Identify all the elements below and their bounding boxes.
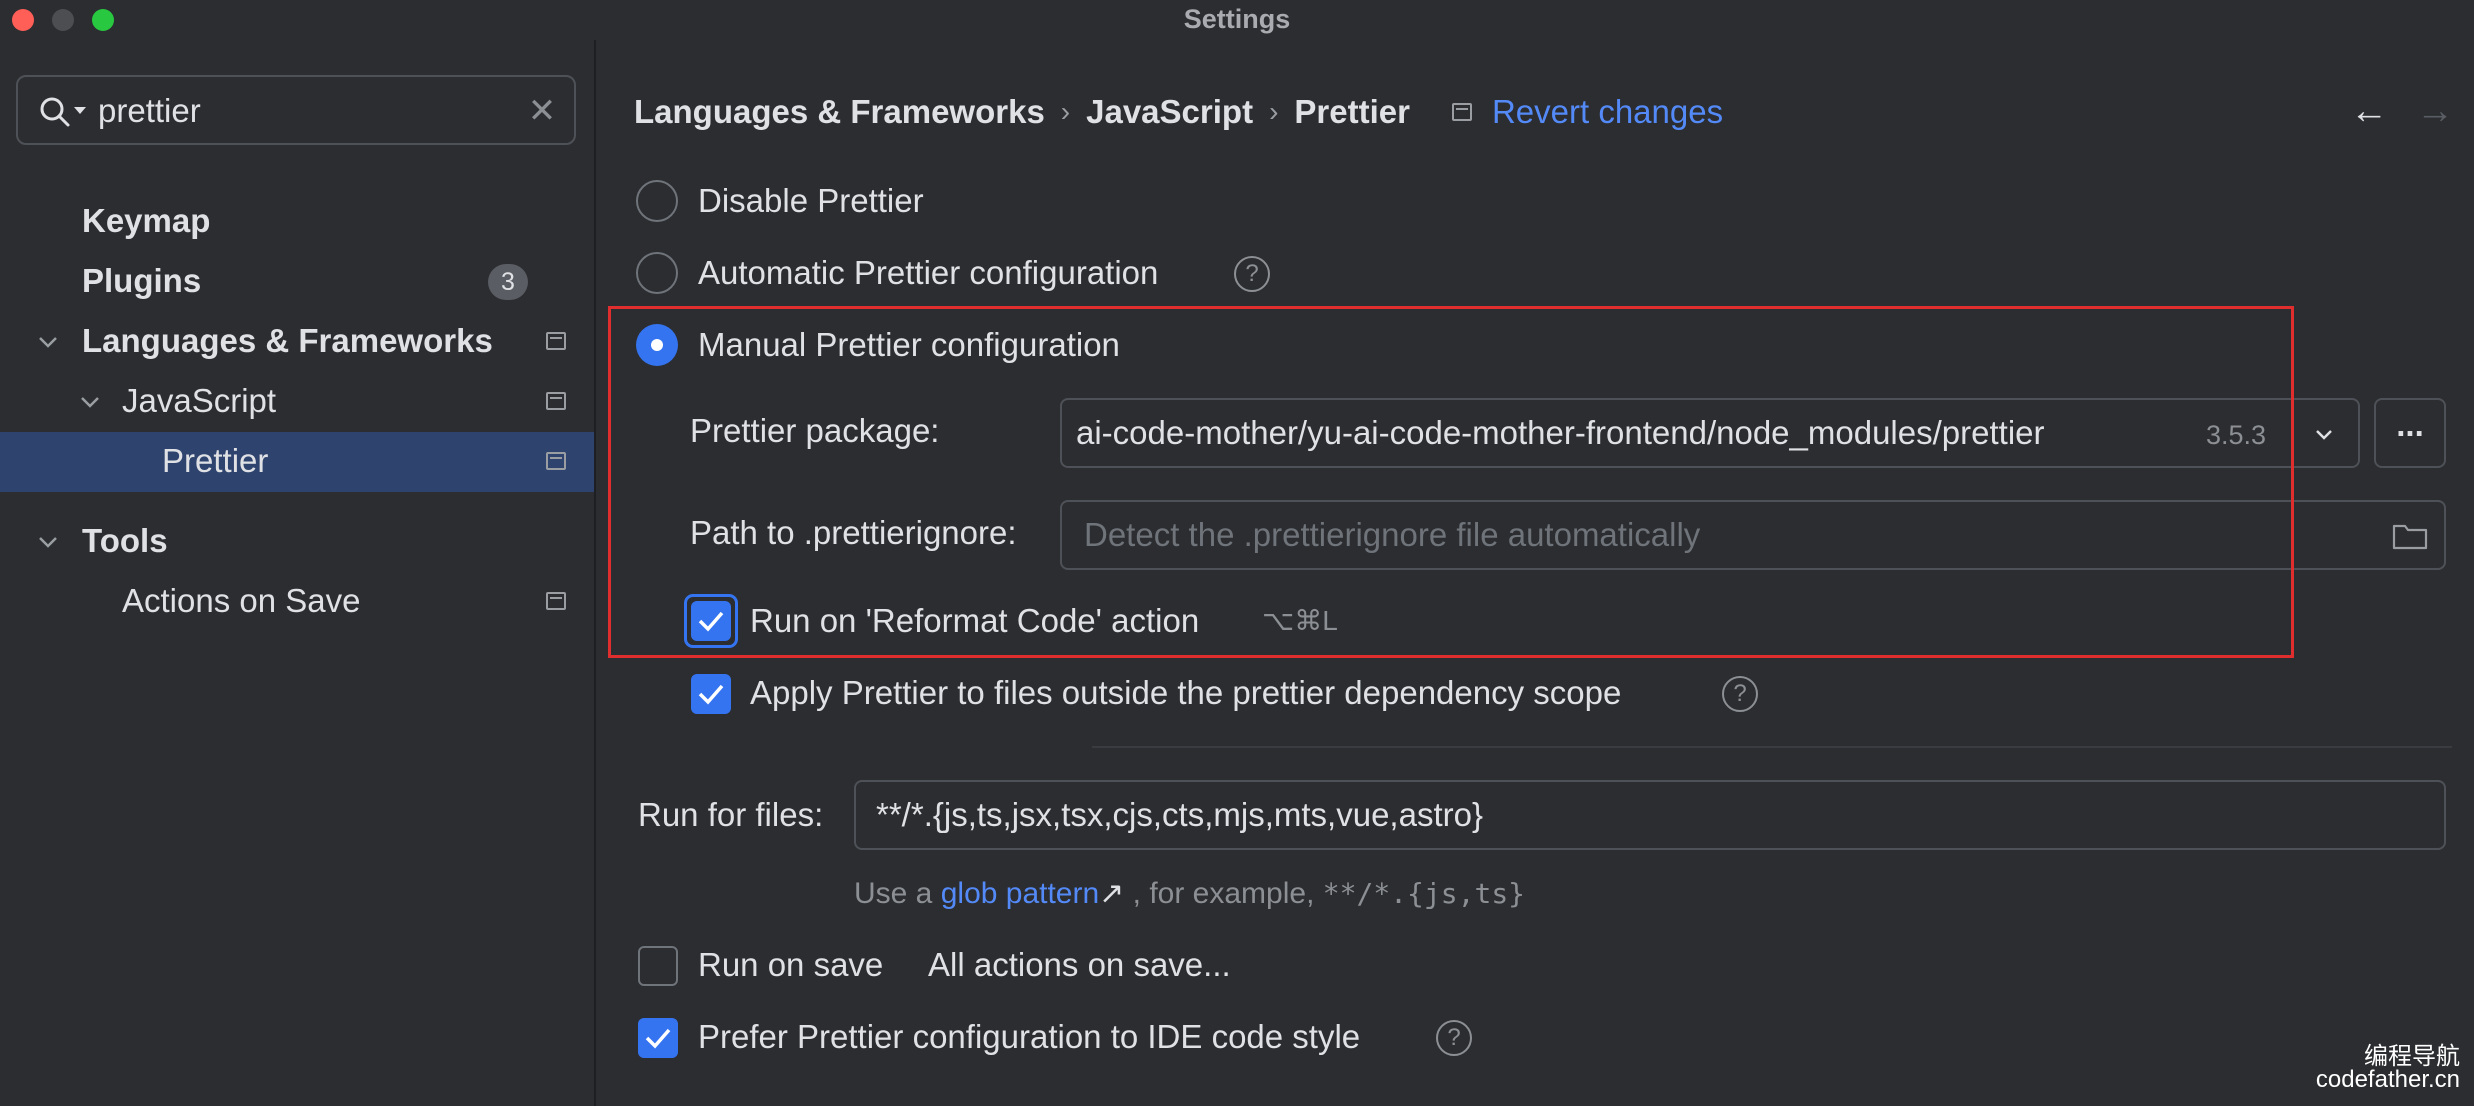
- breadcrumb-item[interactable]: Languages & Frameworks: [634, 93, 1045, 131]
- breadcrumb-item[interactable]: JavaScript: [1086, 93, 1253, 131]
- run-for-files-label: Run for files:: [638, 796, 824, 833]
- run-on-save-checkbox[interactable]: [638, 946, 678, 986]
- checkmark-icon: [645, 1028, 671, 1049]
- run-for-files-input[interactable]: **/*.{js,ts,jsx,tsx,cjs,cts,mjs,mts,vue,…: [854, 780, 2446, 850]
- sidebar-item-label: Plugins: [82, 262, 202, 299]
- project-settings-icon: [546, 592, 566, 610]
- project-settings-icon: [546, 332, 566, 350]
- search-input[interactable]: [98, 89, 518, 133]
- sidebar-item-label: Prettier: [162, 442, 269, 479]
- disable-prettier-label[interactable]: Disable Prettier: [698, 182, 924, 220]
- sidebar-item-tools[interactable]: Tools: [0, 512, 594, 572]
- sidebar-item-label: JavaScript: [122, 382, 277, 419]
- revert-changes-link[interactable]: Revert changes: [1492, 93, 1723, 131]
- glob-pattern-hint: Use a glob pattern↗ , for example, **/*.…: [854, 876, 1525, 911]
- all-actions-on-save-link[interactable]: All actions on save...: [928, 946, 1231, 984]
- hint-example: **/*.{js,ts}: [1322, 877, 1526, 910]
- folder-icon[interactable]: [2392, 522, 2428, 550]
- forward-arrow-icon[interactable]: →: [2416, 90, 2454, 133]
- window-title: Settings: [1183, 4, 1291, 34]
- checkmark-icon: [698, 684, 724, 705]
- run-for-files-value: **/*.{js,ts,jsx,tsx,cjs,cts,mjs,mts,vue,…: [876, 796, 1483, 833]
- sidebar-item-languages-frameworks[interactable]: Languages & Frameworks: [0, 312, 594, 372]
- prefer-prettier-config-label[interactable]: Prefer Prettier configuration to IDE cod…: [698, 1018, 1360, 1056]
- automatic-configuration-radio[interactable]: [636, 252, 678, 294]
- highlight-annotation-box: [608, 306, 2294, 658]
- breadcrumb: Languages & Frameworks › JavaScript › Pr…: [634, 90, 1723, 134]
- sidebar-item-label: Tools: [82, 522, 168, 559]
- browse-package-button[interactable]: ...: [2374, 398, 2446, 468]
- help-icon[interactable]: ?: [1234, 256, 1270, 292]
- project-settings-icon: [546, 392, 566, 410]
- sidebar-item-label: Languages & Frameworks: [82, 322, 493, 359]
- glob-pattern-link[interactable]: glob pattern: [941, 877, 1099, 910]
- section-divider: [1092, 746, 2452, 748]
- sidebar-item-label: Keymap: [82, 202, 211, 239]
- hint-text: , for example,: [1132, 877, 1315, 910]
- sidebar-item-prettier[interactable]: Prettier: [0, 432, 594, 492]
- title-bar: Settings: [0, 0, 2474, 40]
- sidebar-item-actions-on-save[interactable]: Actions on Save: [0, 572, 594, 632]
- apply-outside-scope-checkbox[interactable]: [691, 674, 731, 714]
- sidebar-item-keymap[interactable]: Keymap: [0, 192, 594, 252]
- run-on-save-label[interactable]: Run on save: [698, 946, 883, 984]
- chevron-down-icon[interactable]: [2312, 422, 2336, 446]
- chevron-down-icon[interactable]: [78, 390, 102, 414]
- back-arrow-icon[interactable]: ←: [2350, 90, 2388, 133]
- chevron-down-icon[interactable]: [36, 330, 60, 354]
- help-icon[interactable]: ?: [1436, 1020, 1472, 1056]
- external-link-icon: ↗: [1099, 877, 1125, 910]
- chevron-down-icon[interactable]: [36, 530, 60, 554]
- automatic-configuration-label[interactable]: Automatic Prettier configuration: [698, 254, 1158, 292]
- sidebar-item-javascript[interactable]: JavaScript: [0, 372, 594, 432]
- hint-text: Use a: [854, 877, 933, 910]
- help-icon[interactable]: ?: [1722, 676, 1758, 712]
- plugins-update-badge: 3: [488, 264, 528, 300]
- breadcrumb-separator: ›: [1060, 96, 1071, 127]
- prefer-prettier-config-checkbox[interactable]: [638, 1018, 678, 1058]
- watermark-line-2: codefather.cn: [2315, 1066, 2460, 1093]
- breadcrumb-item: Prettier: [1294, 93, 1410, 130]
- apply-outside-scope-label[interactable]: Apply Prettier to files outside the pret…: [750, 674, 1621, 712]
- clear-search-icon[interactable]: ✕: [522, 91, 562, 131]
- project-settings-icon: [1451, 103, 1472, 121]
- search-box[interactable]: ✕: [16, 75, 576, 145]
- disable-prettier-radio[interactable]: [636, 180, 678, 222]
- project-settings-icon: [546, 452, 566, 470]
- settings-sidebar: ✕ Keymap Plugins 3 Languages & Framework…: [0, 40, 596, 1106]
- search-history-chevron-icon[interactable]: [74, 107, 86, 114]
- search-icon: [40, 97, 70, 127]
- sidebar-item-plugins[interactable]: Plugins 3: [0, 252, 594, 312]
- breadcrumb-separator: ›: [1269, 96, 1279, 127]
- sidebar-item-label: Actions on Save: [122, 582, 361, 619]
